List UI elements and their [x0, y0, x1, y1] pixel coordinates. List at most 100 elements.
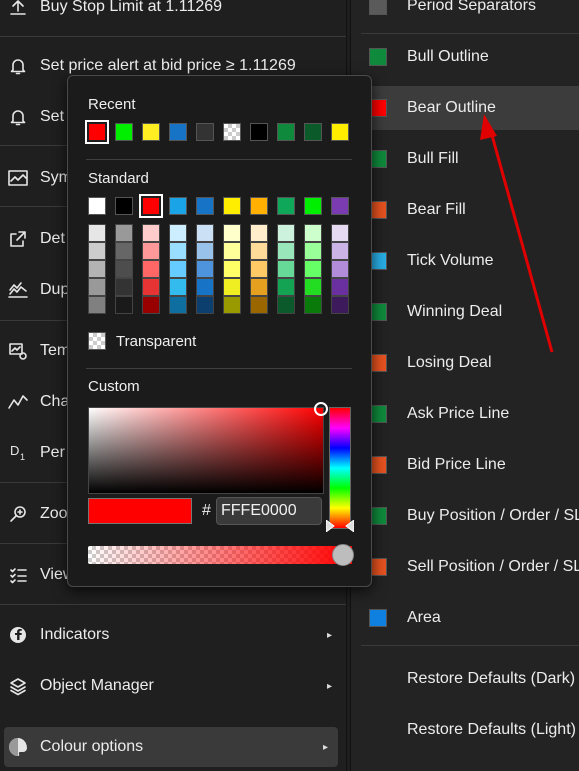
shade-swatch[interactable] [169, 296, 187, 314]
color-option-restore-defaults-dark[interactable]: Restore Defaults (Dark) [361, 657, 579, 701]
transparent-option[interactable]: Transparent [88, 332, 288, 352]
shade-swatch[interactable] [169, 278, 187, 296]
recent-swatch[interactable] [115, 123, 133, 141]
shade-swatch[interactable] [115, 260, 133, 278]
recent-swatch[interactable] [169, 123, 187, 141]
sv-handle[interactable] [314, 402, 328, 416]
saturation-value-area[interactable] [88, 402, 328, 494]
shade-swatch[interactable] [304, 260, 322, 278]
shade-swatch[interactable] [250, 260, 268, 278]
shade-column [196, 224, 214, 314]
shade-swatch[interactable] [142, 242, 160, 260]
shade-swatch[interactable] [250, 242, 268, 260]
recent-swatch[interactable] [223, 123, 241, 141]
shade-swatch[interactable] [88, 278, 106, 296]
alpha-slider[interactable] [88, 544, 354, 566]
standard-swatch[interactable] [88, 197, 106, 215]
color-option-area[interactable]: Area [361, 596, 579, 640]
shade-swatch[interactable] [115, 242, 133, 260]
hue-slider[interactable] [326, 407, 354, 532]
standard-swatch[interactable] [277, 197, 295, 215]
shade-swatch[interactable] [250, 278, 268, 296]
standard-swatch[interactable] [169, 197, 187, 215]
shade-swatch[interactable] [277, 260, 295, 278]
shade-swatch[interactable] [304, 296, 322, 314]
shade-swatch[interactable] [115, 278, 133, 296]
shade-swatch[interactable] [250, 224, 268, 242]
color-option-bull-fill[interactable]: Bull Fill [361, 137, 579, 181]
shade-swatch[interactable] [277, 296, 295, 314]
shade-swatch[interactable] [169, 260, 187, 278]
shade-swatch[interactable] [223, 278, 241, 296]
standard-swatch[interactable] [196, 197, 214, 215]
standard-swatch[interactable] [304, 197, 322, 215]
alpha-handle[interactable] [332, 544, 354, 566]
menu-item-colour-options[interactable]: Colour options ▸ [4, 727, 338, 767]
shade-swatch[interactable] [277, 224, 295, 242]
zoom-icon [6, 502, 30, 526]
color-option-sell-position-order-sl[interactable]: Sell Position / Order / SL [361, 545, 579, 589]
shade-swatch[interactable] [142, 224, 160, 242]
shade-swatch[interactable] [250, 296, 268, 314]
hue-handle[interactable] [326, 520, 354, 532]
color-option-losing-deal[interactable]: Losing Deal [361, 341, 579, 385]
color-option-ask-price-line[interactable]: Ask Price Line [361, 392, 579, 436]
recent-swatch[interactable] [85, 120, 109, 144]
recent-swatch[interactable] [250, 123, 268, 141]
shade-swatch[interactable] [331, 296, 349, 314]
shade-swatch[interactable] [88, 296, 106, 314]
recent-swatch[interactable] [331, 123, 349, 141]
color-option-buy-position-order-sl[interactable]: Buy Position / Order / SL [361, 494, 579, 538]
submenu-arrow-icon: ▸ [326, 680, 332, 692]
shade-swatch[interactable] [277, 242, 295, 260]
standard-swatch[interactable] [139, 194, 163, 218]
color-option-winning-deal[interactable]: Winning Deal [361, 290, 579, 334]
shade-swatch[interactable] [169, 242, 187, 260]
shade-swatch[interactable] [115, 296, 133, 314]
shade-swatch[interactable] [331, 242, 349, 260]
color-option-period-separators[interactable]: Period Separators [361, 0, 579, 28]
shade-swatch[interactable] [142, 278, 160, 296]
shade-swatch[interactable] [331, 224, 349, 242]
shade-swatch[interactable] [196, 260, 214, 278]
shade-swatch[interactable] [196, 278, 214, 296]
menu-item-buy-stop-limit-at-1-11269[interactable]: Buy Stop Limit at 1.11269 [0, 0, 346, 27]
recent-swatch[interactable] [304, 123, 322, 141]
color-option-tick-volume[interactable]: Tick Volume [361, 239, 579, 283]
shade-swatch[interactable] [304, 224, 322, 242]
color-option-bull-outline[interactable]: Bull Outline [361, 35, 579, 79]
color-option-bear-outline[interactable]: Bear Outline [361, 86, 579, 130]
shade-swatch[interactable] [196, 296, 214, 314]
shade-swatch[interactable] [142, 296, 160, 314]
menu-item-object-manager[interactable]: Object Manager ▸ [0, 666, 346, 706]
standard-swatch[interactable] [331, 197, 349, 215]
shade-swatch[interactable] [115, 224, 133, 242]
shade-swatch[interactable] [223, 242, 241, 260]
shade-swatch[interactable] [169, 224, 187, 242]
shade-swatch[interactable] [277, 278, 295, 296]
shade-swatch[interactable] [88, 260, 106, 278]
shade-swatch[interactable] [196, 224, 214, 242]
hex-input[interactable] [216, 497, 322, 525]
shade-swatch[interactable] [331, 278, 349, 296]
color-option-bear-fill[interactable]: Bear Fill [361, 188, 579, 232]
shade-swatch[interactable] [223, 260, 241, 278]
standard-swatch[interactable] [115, 197, 133, 215]
shade-swatch[interactable] [223, 224, 241, 242]
shade-swatch[interactable] [331, 260, 349, 278]
shade-swatch[interactable] [304, 278, 322, 296]
menu-item-indicators[interactable]: Indicators ▸ [0, 615, 346, 655]
recent-swatch[interactable] [196, 123, 214, 141]
recent-swatch[interactable] [142, 123, 160, 141]
shade-swatch[interactable] [142, 260, 160, 278]
color-option-bid-price-line[interactable]: Bid Price Line [361, 443, 579, 487]
color-option-restore-defaults-light[interactable]: Restore Defaults (Light) [361, 708, 579, 752]
recent-swatch[interactable] [277, 123, 295, 141]
shade-swatch[interactable] [304, 242, 322, 260]
standard-swatch[interactable] [223, 197, 241, 215]
standard-swatch[interactable] [250, 197, 268, 215]
shade-swatch[interactable] [223, 296, 241, 314]
shade-swatch[interactable] [88, 242, 106, 260]
shade-swatch[interactable] [88, 224, 106, 242]
shade-swatch[interactable] [196, 242, 214, 260]
